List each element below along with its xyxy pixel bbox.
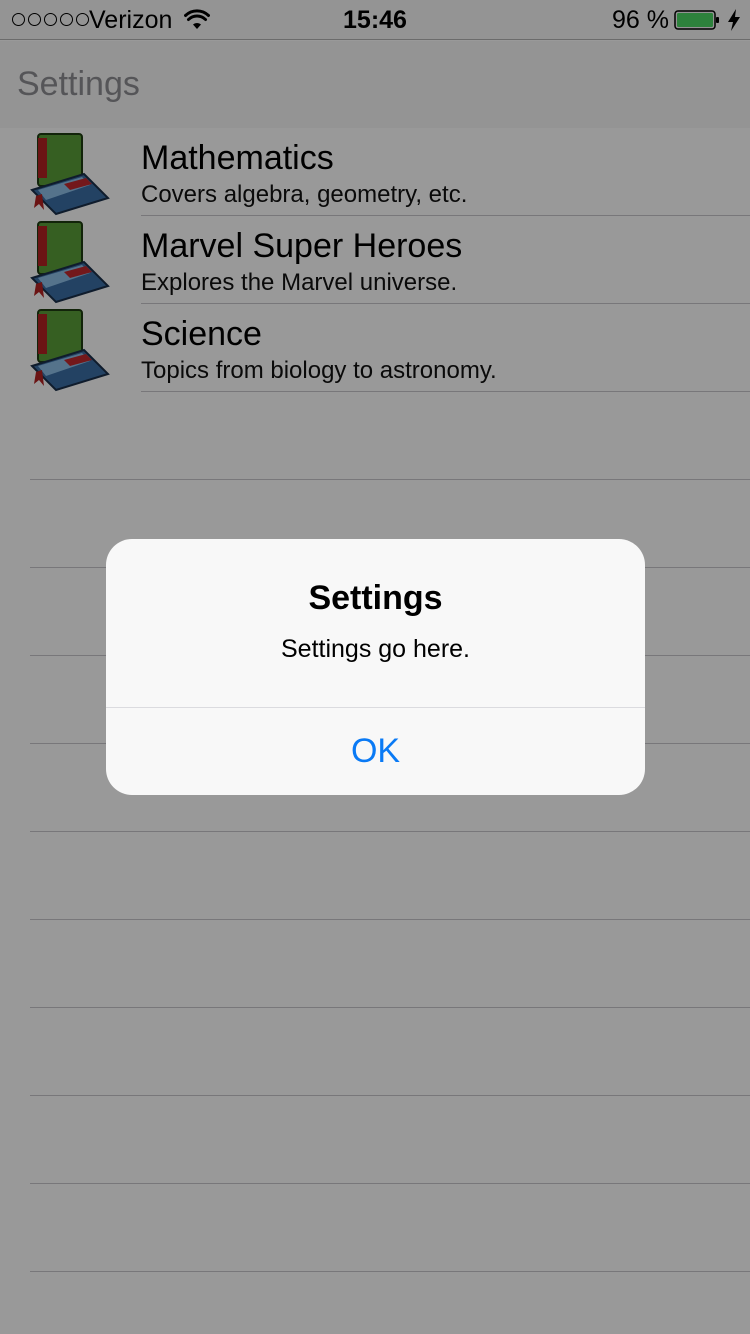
alert-title: Settings (308, 579, 443, 617)
settings-alert-dialog: Settings Settings go here. OK (106, 539, 645, 795)
ok-button[interactable]: OK (106, 708, 645, 795)
alert-message: Settings go here. (280, 635, 470, 663)
